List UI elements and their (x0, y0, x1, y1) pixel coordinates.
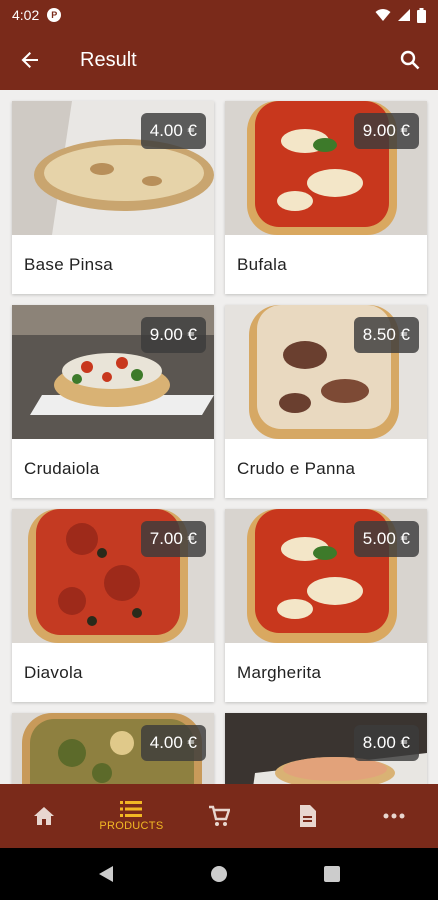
cart-icon (208, 805, 230, 826)
product-name: Crudo e Panna (237, 459, 356, 478)
product-name: Margherita (237, 663, 322, 682)
product-card[interactable]: 4.00 € (12, 713, 214, 784)
product-card[interactable]: 7.00 € Diavola (12, 509, 214, 702)
home-icon (33, 807, 54, 825)
nav-more[interactable] (350, 784, 438, 848)
price-tag: 4.00 € (140, 725, 206, 761)
product-grid: 4.00 € Base Pinsa 9.00 € Bufala 9.00 € C… (0, 90, 438, 784)
price-tag: 4.00 € (140, 113, 206, 149)
product-card[interactable]: 8.50 € Crudo e Panna (225, 305, 427, 498)
document-icon (299, 805, 316, 827)
system-recents-icon[interactable] (324, 866, 340, 882)
nav-products-label: PRODUCTS (99, 820, 164, 832)
wifi-icon (375, 9, 391, 21)
price-tag: 7.00 € (140, 521, 206, 557)
app-notification-icon: P (47, 8, 62, 22)
more-icon (383, 813, 405, 819)
arrow-back-icon (21, 52, 38, 68)
system-navigation-bar (0, 848, 438, 900)
nav-products[interactable]: PRODUCTS (88, 784, 176, 848)
product-name: Diavola (24, 663, 83, 682)
product-name: Bufala (237, 255, 288, 274)
signal-icon (398, 9, 410, 21)
product-card[interactable]: 8.00 € (225, 713, 427, 784)
system-home-icon[interactable] (210, 865, 228, 883)
status-time: 4:02 (12, 7, 40, 23)
system-back-icon[interactable] (98, 865, 114, 883)
battery-icon (417, 7, 426, 23)
product-name: Crudaiola (24, 459, 100, 478)
price-tag: 8.00 € (353, 725, 419, 761)
list-icon (120, 801, 143, 817)
price-tag: 5.00 € (353, 521, 419, 557)
back-button[interactable] (0, 30, 60, 90)
price-tag: 8.50 € (353, 317, 419, 353)
nav-documents[interactable] (263, 784, 351, 848)
nav-home[interactable] (0, 784, 88, 848)
status-icons (375, 7, 426, 23)
bottom-navigation: PRODUCTS (0, 784, 438, 848)
search-button[interactable] (382, 30, 438, 90)
price-tag: 9.00 € (353, 113, 419, 149)
page-title: Result (80, 48, 137, 71)
product-card[interactable]: 9.00 € Bufala (225, 101, 427, 294)
product-card[interactable]: 5.00 € Margherita (225, 509, 427, 702)
app-bar: Result (0, 30, 438, 90)
product-name: Base Pinsa (24, 255, 113, 274)
nav-cart[interactable] (175, 784, 263, 848)
search-icon (400, 50, 420, 70)
price-tag: 9.00 € (140, 317, 206, 353)
product-card[interactable]: 4.00 € Base Pinsa (12, 101, 214, 294)
status-bar: 4:02 P (0, 0, 438, 30)
product-card[interactable]: 9.00 € Crudaiola (12, 305, 214, 498)
